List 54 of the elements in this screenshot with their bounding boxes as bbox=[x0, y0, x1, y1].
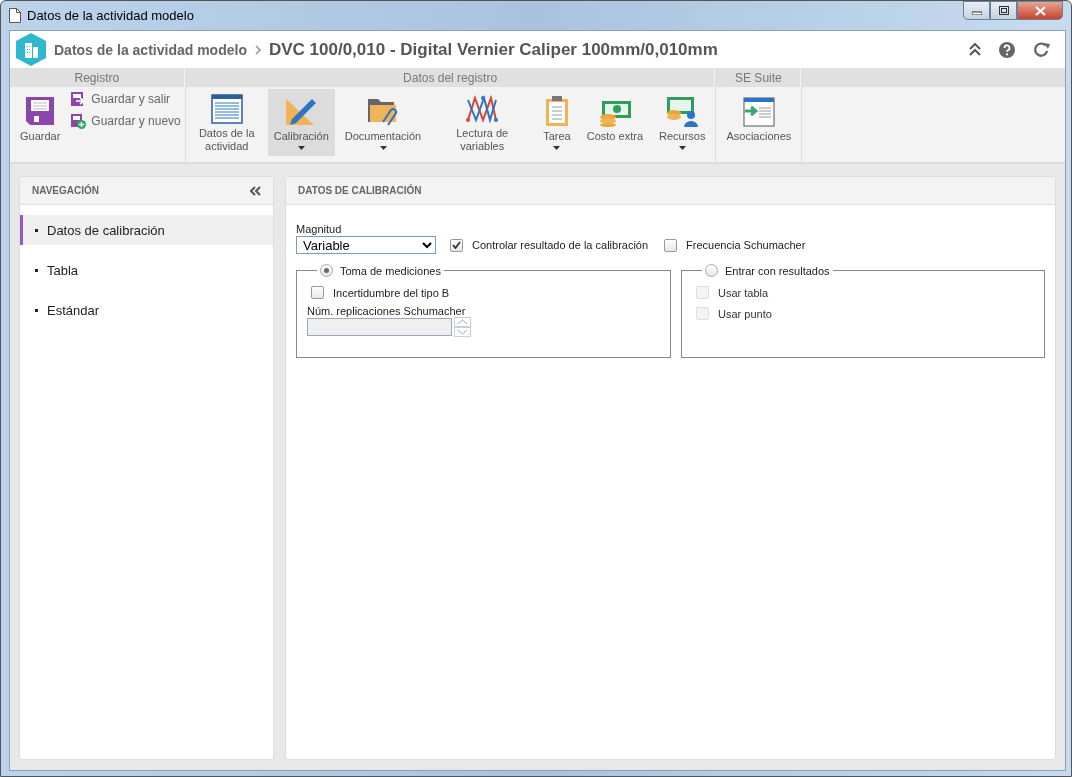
field-label: Núm. replicaciones Schumacher bbox=[307, 305, 467, 317]
radio-button[interactable] bbox=[320, 264, 333, 277]
panel-title: DATOS DE CALIBRACIÓN bbox=[298, 185, 422, 196]
ribbon-group-label: Registro bbox=[10, 68, 184, 87]
nav-item[interactable]: Estándar bbox=[20, 295, 273, 325]
ribbon-button[interactable]: Asociaciones bbox=[720, 89, 798, 156]
checkbox-label: Incertidumbre del tipo B bbox=[333, 286, 450, 299]
refresh-icon[interactable] bbox=[1033, 41, 1051, 58]
checkbox[interactable] bbox=[311, 286, 324, 299]
checkbox[interactable] bbox=[664, 238, 678, 252]
radio-label: Toma de mediciones bbox=[340, 264, 441, 277]
chevron-right-icon bbox=[254, 44, 261, 55]
window-title: Datos de la actividad modelo bbox=[27, 8, 194, 23]
checkbox-label: Controlar resultado de la calibración bbox=[472, 239, 649, 251]
nav-item[interactable]: Datos de calibración bbox=[20, 215, 273, 245]
checkbox[interactable] bbox=[450, 238, 463, 252]
maximize-button[interactable] bbox=[990, 1, 1017, 20]
ribbon-group-label: Datos del registro bbox=[185, 68, 715, 87]
ribbon-button[interactable]: Tarea bbox=[537, 89, 577, 156]
checkbox-label: Usar tabla bbox=[718, 286, 769, 299]
ribbon-button[interactable]: Documentación bbox=[338, 89, 428, 156]
field-label: Magnitud bbox=[296, 223, 343, 235]
clipboard-icon bbox=[544, 95, 570, 127]
ribbon-button[interactable]: Recursos bbox=[653, 89, 712, 156]
collapse-left-icon[interactable] bbox=[250, 185, 261, 196]
line-chart-icon bbox=[465, 94, 500, 124]
breadcrumb-title[interactable]: Datos de la actividad modelo bbox=[54, 41, 247, 58]
help-icon[interactable] bbox=[999, 41, 1015, 58]
ribbon-button[interactable]: Lectura de variables bbox=[431, 89, 534, 156]
nav-item[interactable]: Tabla bbox=[20, 255, 273, 285]
money-person-icon bbox=[665, 95, 700, 127]
save-exit-icon bbox=[70, 91, 87, 107]
record-title: DVC 100/0,010 - Digital Vernier Caliper 100mm/0,010mm bbox=[268, 39, 718, 60]
checkbox-label: Usar punto bbox=[718, 307, 772, 320]
save-new-icon bbox=[70, 113, 87, 129]
collapse-up-icon[interactable] bbox=[969, 43, 981, 56]
ribbon-button[interactable]: Calibración bbox=[267, 89, 335, 156]
ribbon-button[interactable]: Guardar y nuevo bbox=[70, 113, 181, 129]
ribbon-group-label: SE Suite bbox=[716, 68, 801, 87]
radio-label: Entrar con resultados bbox=[725, 264, 830, 277]
form-window-icon bbox=[210, 94, 243, 124]
close-icon bbox=[1034, 5, 1046, 16]
document-icon bbox=[9, 8, 21, 23]
ribbon-button[interactable]: Datos de la actividad bbox=[189, 89, 264, 156]
magnitude-dropdown[interactable]: Variable bbox=[296, 236, 436, 254]
radio-button[interactable] bbox=[705, 264, 718, 277]
checkbox-label: Frecuencia Schumacher bbox=[686, 239, 806, 251]
ribbon-button[interactable]: Guardar bbox=[14, 89, 67, 156]
close-button[interactable] bbox=[1017, 1, 1063, 20]
ribbon-button[interactable]: Costo extra bbox=[580, 89, 649, 156]
money-coins-icon bbox=[597, 99, 632, 127]
ribbon-button[interactable]: Guardar y salir bbox=[70, 91, 181, 107]
panel-title: NAVEGACIÓN bbox=[32, 185, 100, 196]
restore-icon bbox=[998, 6, 1009, 15]
